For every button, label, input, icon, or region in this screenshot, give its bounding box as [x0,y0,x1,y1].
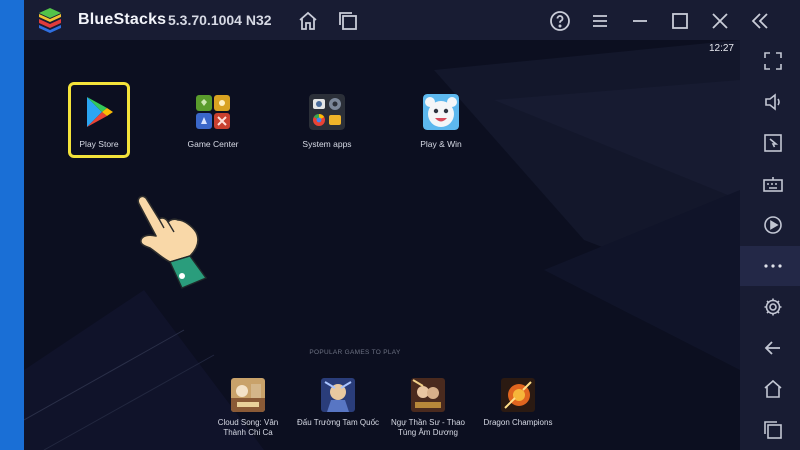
multi-instance-icon[interactable] [336,9,360,33]
right-sidebar [740,40,800,450]
keyboard-icon[interactable] [763,174,783,194]
collapse-sidebar-icon[interactable] [748,9,772,33]
android-home-screen: 12:27 Play Store Game Center System apps… [24,40,740,450]
game-ngu-than-su[interactable]: Ngự Thần Sư - Thao Túng Âm Dương [380,378,476,438]
app-play-store[interactable]: Play Store [54,94,144,149]
settings-icon[interactable] [763,297,783,317]
game-thumbnail [321,378,355,412]
game-label: Dragon Champions [483,418,553,427]
android-home-icon[interactable] [763,379,783,399]
minimize-icon[interactable] [628,9,652,33]
menu-icon[interactable] [588,9,612,33]
recent-apps-icon[interactable] [763,420,783,440]
app-label: Game Center [187,139,239,149]
system-apps-icon [309,94,345,130]
game-center-icon [195,94,231,130]
app-version: 5.3.70.1004 N32 [168,12,272,28]
pointing-hand-icon [137,195,208,289]
help-icon[interactable] [548,9,572,33]
home-icon[interactable] [296,9,320,33]
app-label: Play Store [79,139,119,149]
game-label: Ngự Thần Sư - Thao Túng Âm Dương [390,418,465,437]
game-dau-truong-tam-quoc[interactable]: Đấu Trường Tam Quốc [290,378,386,428]
fullscreen-icon[interactable] [763,51,783,71]
play-store-icon [81,94,117,130]
title-bar: BlueStacks 5.3.70.1004 N32 [24,0,800,40]
pointer-icon[interactable] [763,133,783,153]
game-dragon-champions[interactable]: Dragon Champions [470,378,566,428]
record-icon[interactable] [763,215,783,235]
game-thumbnail [231,378,265,412]
bluestacks-logo [39,8,61,33]
game-thumbnail [501,378,535,412]
play-and-win-icon [423,94,459,130]
game-cloud-song[interactable]: Cloud Song: Vân Thành Chi Ca [200,378,296,438]
bluestacks-window: BlueStacks 5.3.70.1004 N32 12:27 Play St… [24,0,800,450]
status-clock: 12:27 [708,43,734,54]
app-label: System apps [302,139,352,149]
back-icon[interactable] [763,338,783,358]
app-play-and-win[interactable]: Play & Win [396,94,486,149]
popular-games-heading: POPULAR GAMES TO PLAY [309,349,401,356]
volume-icon[interactable] [763,92,783,112]
close-icon[interactable] [708,9,732,33]
app-system-apps[interactable]: System apps [282,94,372,149]
game-thumbnail [411,378,445,412]
game-label: Cloud Song: Vân Thành Chi Ca [217,418,279,437]
game-label: Đấu Trường Tam Quốc [296,418,380,427]
app-game-center[interactable]: Game Center [168,94,258,149]
maximize-icon[interactable] [668,9,692,33]
app-title: BlueStacks [78,11,167,28]
more-icon[interactable] [763,256,783,276]
app-label: Play & Win [420,139,462,149]
